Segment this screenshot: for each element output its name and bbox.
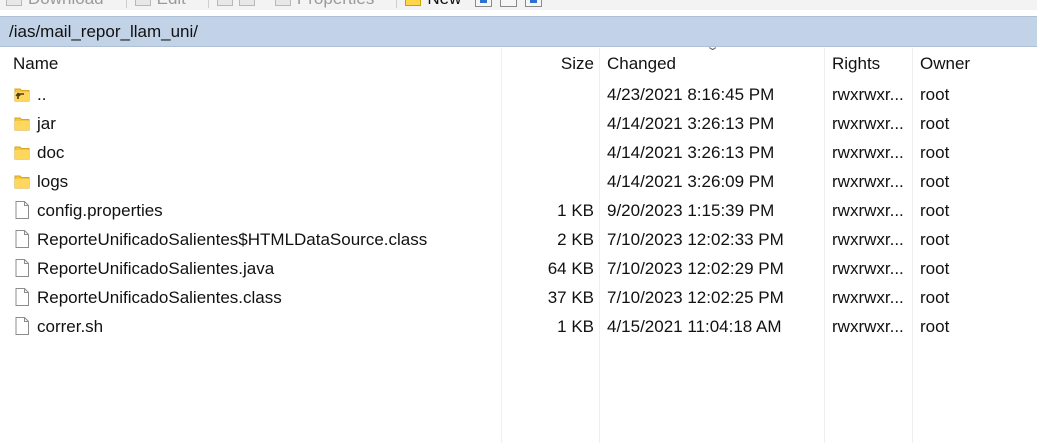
column-header: Name Size Changed ⌄ Rights Owner (0, 41, 1037, 80)
file-owner: root (920, 172, 950, 191)
folder-icon (14, 171, 30, 191)
file-row[interactable]: ReporteUnificadoSalientes.java 64 KB 7/1… (0, 254, 1037, 283)
file-icon (14, 258, 30, 278)
rename-icon (238, 0, 255, 6)
file-rights: rwxrwxr... (832, 201, 904, 220)
file-name: ReporteUnificadoSalientes.java (37, 259, 275, 278)
file-rights: rwxrwxr... (832, 288, 904, 307)
folder-icon (14, 142, 30, 162)
file-icon (14, 200, 30, 220)
file-rights: rwxrwxr... (832, 317, 904, 336)
column-changed[interactable]: Changed (607, 48, 676, 80)
file-changed: 4/14/2021 3:26:09 PM (607, 172, 775, 191)
edit-label: Edit (157, 0, 186, 9)
file-row[interactable]: jar 4/14/2021 3:26:13 PM rwxrwxr... root (0, 109, 1037, 138)
file-name: config.properties (37, 201, 163, 220)
deselect-icon[interactable] (500, 0, 518, 7)
file-owner: root (920, 114, 950, 133)
new-folder-icon (405, 0, 422, 6)
column-owner[interactable]: Owner (920, 48, 970, 80)
file-name: correr.sh (37, 317, 104, 336)
toolbar-separator (125, 0, 127, 8)
current-path: /ias/mail_repor_llam_uni/ (9, 21, 198, 41)
file-name: logs (37, 172, 69, 191)
file-name: doc (37, 143, 65, 162)
file-owner: root (920, 143, 950, 162)
file-row[interactable]: doc 4/14/2021 3:26:13 PM rwxrwxr... root (0, 138, 1037, 167)
download-icon (6, 0, 22, 6)
path-bar[interactable]: /ias/mail_repor_llam_uni/ (0, 16, 1037, 47)
file-size: 2 KB (557, 230, 594, 249)
file-rights: rwxrwxr... (832, 259, 904, 278)
toolbar: Download Edit Properties New (0, 0, 1037, 10)
new-button[interactable]: New (405, 0, 461, 9)
edit-button[interactable]: Edit (134, 0, 186, 9)
file-changed: 4/15/2021 11:04:18 AM (607, 317, 782, 336)
file-size: 37 KB (547, 288, 594, 307)
properties-button[interactable]: Properties (274, 0, 374, 9)
file-owner: root (920, 230, 950, 249)
download-label: Download (28, 0, 104, 9)
file-changed: 9/20/2023 1:15:39 PM (607, 201, 775, 220)
select-icon[interactable] (475, 0, 493, 7)
edit-icon (134, 0, 151, 6)
file-owner: root (920, 259, 950, 278)
file-changed: 7/10/2023 12:02:29 PM (607, 259, 784, 278)
file-changed: 7/10/2023 12:02:25 PM (607, 288, 784, 307)
file-size: 1 KB (557, 201, 594, 220)
file-size: 1 KB (557, 317, 594, 336)
file-owner: root (920, 288, 950, 307)
file-list: .. 4/23/2021 8:16:45 PM rwxrwxr... root … (0, 80, 1037, 341)
file-row[interactable]: config.properties 1 KB 9/20/2023 1:15:39… (0, 196, 1037, 225)
file-changed: 4/23/2021 8:16:45 PM (607, 85, 775, 104)
file-rights: rwxrwxr... (832, 85, 904, 104)
column-rights[interactable]: Rights (832, 48, 880, 80)
file-row[interactable]: correr.sh 1 KB 4/15/2021 11:04:18 AM rwx… (0, 312, 1037, 341)
file-owner: root (920, 85, 950, 104)
sort-descending-icon: ⌄ (705, 41, 720, 53)
download-button[interactable]: Download (6, 0, 104, 9)
file-owner: root (920, 201, 950, 220)
file-changed: 4/14/2021 3:26:13 PM (607, 143, 775, 162)
file-name: .. (37, 85, 47, 104)
file-name: ReporteUnificadoSalientes.class (37, 288, 282, 307)
file-changed: 7/10/2023 12:02:33 PM (607, 230, 784, 249)
file-row[interactable]: logs 4/14/2021 3:26:09 PM rwxrwxr... roo… (0, 167, 1037, 196)
parent-folder-icon (14, 84, 30, 104)
file-icon (14, 316, 30, 336)
file-name: ReporteUnificadoSalientes$HTMLDataSource… (37, 230, 428, 249)
file-name: jar (37, 114, 56, 133)
column-name[interactable]: Name (13, 48, 58, 80)
file-changed: 4/14/2021 3:26:13 PM (607, 114, 775, 133)
toolbar-separator (207, 0, 209, 8)
properties-label: Properties (297, 0, 374, 9)
properties-icon (274, 0, 291, 6)
file-rights: rwxrwxr... (832, 143, 904, 162)
file-icon (14, 287, 30, 307)
delete-icon (216, 0, 233, 6)
delete-button[interactable] (216, 0, 261, 6)
folder-icon (14, 113, 30, 133)
column-size[interactable]: Size (561, 48, 594, 80)
file-owner: root (920, 317, 950, 336)
file-rights: rwxrwxr... (832, 230, 904, 249)
file-row[interactable]: ReporteUnificadoSalientes.class 37 KB 7/… (0, 283, 1037, 312)
file-row[interactable]: ReporteUnificadoSalientes$HTMLDataSource… (0, 225, 1037, 254)
file-icon (14, 229, 30, 249)
file-row[interactable]: .. 4/23/2021 8:16:45 PM rwxrwxr... root (0, 80, 1037, 109)
new-label: New (427, 0, 461, 9)
file-rights: rwxrwxr... (832, 114, 904, 133)
filter-icon[interactable] (525, 0, 543, 7)
toolbar-separator (396, 0, 398, 8)
file-rights: rwxrwxr... (832, 172, 904, 191)
file-size: 64 KB (547, 259, 594, 278)
